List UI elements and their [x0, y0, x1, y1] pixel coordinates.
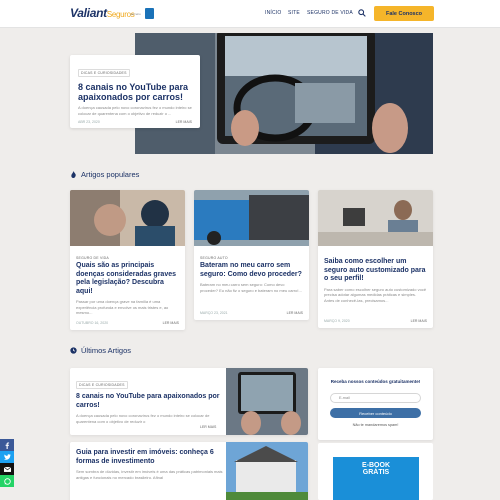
popular-card-1[interactable]: SEGURO DE VIDA Quais são as principais d…: [70, 190, 185, 330]
card-excerpt: Para saber como escolher seguro auto cus…: [324, 286, 427, 303]
share-twitter-button[interactable]: [0, 451, 14, 463]
site-header: ValiantSeguros parceiro INÍCIO SITE SEGU…: [0, 0, 500, 28]
hero-date: ABR 23, 2020: [78, 120, 100, 124]
card-title[interactable]: Bateram no meu carro sem seguro: Como de…: [200, 262, 303, 279]
hero-tag[interactable]: DICAS E CURIOSIDADES: [78, 69, 130, 77]
logo-main-text: Valiant: [70, 6, 107, 20]
latest-heading: Últimos Artigos: [81, 346, 132, 355]
card-read-more[interactable]: LER MAIS: [163, 321, 179, 325]
card-meta: MARÇO 23, 2021 LER MAIS: [200, 311, 303, 315]
nav-seguro-de-vida[interactable]: SEGURO DE VIDA: [307, 10, 353, 16]
newsletter-footnote: Não te mandaremos spam!: [352, 423, 399, 427]
latest-excerpt: Sem sombra de dúvidas, investir em imóve…: [76, 469, 223, 480]
card-excerpt: Passar por uma doença grave na família é…: [76, 299, 169, 315]
email-icon: [3, 466, 11, 472]
popular-card-2[interactable]: SEGURO AUTO Bateram no meu carro sem seg…: [194, 190, 309, 320]
hero-card[interactable]: DICAS E CURIOSIDADES 8 canais no YouTube…: [70, 55, 200, 128]
ebook-banner[interactable]: E-BOOK GRÁTIS: [333, 457, 419, 500]
latest-title[interactable]: Guia para investir em imóveis: conheça 6…: [76, 449, 224, 466]
hero-excerpt: A doença causada pelo novo coronavírus f…: [78, 105, 192, 116]
flame-icon: [71, 171, 76, 178]
ebook-label-1: E-BOOK: [362, 462, 390, 469]
clock-icon: [70, 347, 77, 354]
share-whatsapp-button[interactable]: [0, 475, 14, 487]
card-category[interactable]: SEGURO DE VIDA: [76, 256, 179, 260]
hero-read-more[interactable]: LER MAIS: [176, 120, 192, 124]
card-image: [70, 190, 185, 246]
latest-item-1[interactable]: DICAS E CURIOSIDADES 8 canais no YouTube…: [70, 368, 308, 435]
hero-title[interactable]: 8 canais no YouTube para apaixonados por…: [78, 82, 192, 102]
latest-item-2[interactable]: Guia para investir em imóveis: conheça 6…: [70, 442, 308, 500]
nav-site[interactable]: SITE: [288, 10, 300, 16]
card-date: OUTUBRO 16, 2020: [76, 321, 109, 325]
latest-thumb: [226, 442, 308, 500]
twitter-icon: [3, 454, 11, 460]
newsletter-submit-button[interactable]: Receber conteúdo: [330, 408, 421, 418]
latest-title[interactable]: 8 canais no YouTube para apaixonados por…: [76, 393, 224, 410]
latest-excerpt: A doença causada pelo novo coronavírus f…: [76, 413, 210, 424]
card-title[interactable]: Quais são as principais doenças consider…: [76, 262, 179, 296]
newsletter-heading: Receba nossos conteúdos gratuitamente!: [330, 379, 421, 384]
search-icon[interactable]: [358, 9, 366, 17]
card-meta: MARÇO 9, 2020 LER MAIS: [324, 319, 427, 323]
card-category[interactable]: SEGURO AUTO: [200, 256, 303, 260]
card-read-more[interactable]: LER MAIS: [411, 319, 427, 323]
latest-section-title: Últimos Artigos: [70, 346, 131, 355]
card-image: [318, 190, 433, 246]
partner-logo: parceiro: [130, 8, 154, 20]
partner-mark-icon: [145, 8, 154, 19]
nav-inicio[interactable]: INÍCIO: [265, 10, 281, 16]
partner-label: parceiro: [130, 12, 141, 16]
share-email-button[interactable]: [0, 463, 14, 475]
card-title[interactable]: Saiba como escolher um seguro auto custo…: [324, 258, 427, 284]
logo[interactable]: ValiantSeguros: [70, 6, 135, 20]
newsletter-box: Receba nossos conteúdos gratuitamente! E…: [318, 368, 433, 440]
card-date: MARÇO 23, 2021: [200, 311, 228, 315]
latest-read-more[interactable]: LER MAIS: [200, 425, 216, 429]
card-image: [194, 190, 309, 246]
popular-heading: Artigos populares: [81, 170, 140, 179]
contact-button[interactable]: Fale Conosco: [374, 6, 434, 21]
popular-section-title: Artigos populares: [70, 170, 139, 179]
hero-meta: ABR 23, 2020 LER MAIS: [78, 120, 192, 124]
card-read-more[interactable]: LER MAIS: [287, 311, 303, 315]
newsletter-email-input[interactable]: E-mail: [330, 393, 421, 403]
whatsapp-icon: [3, 477, 11, 485]
latest-thumb: [226, 368, 308, 435]
card-date: MARÇO 9, 2020: [324, 319, 350, 323]
card-excerpt: Bateram no meu carro sem seguro: Como de…: [200, 282, 302, 293]
share-facebook-button[interactable]: [0, 439, 14, 451]
card-meta: OUTUBRO 16, 2020 LER MAIS: [76, 321, 179, 325]
ebook-label-2: GRÁTIS: [362, 469, 390, 476]
latest-tag[interactable]: DICAS E CURIOSIDADES: [76, 381, 128, 389]
facebook-icon: [5, 441, 10, 449]
popular-card-3[interactable]: Saiba como escolher um seguro auto custo…: [318, 190, 433, 328]
